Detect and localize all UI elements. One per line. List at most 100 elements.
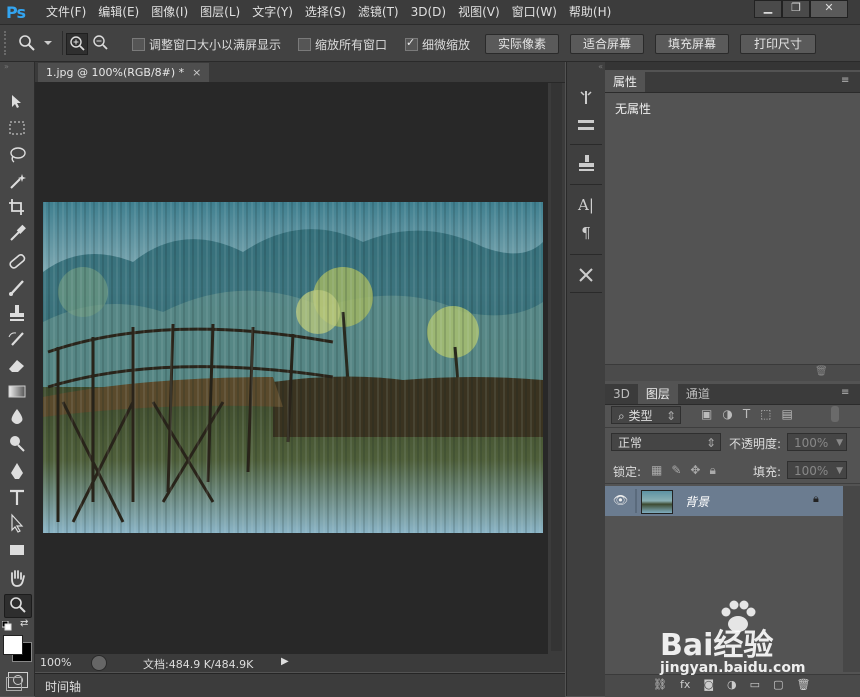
brush-tool-icon[interactable] [4, 276, 30, 298]
timeline-label[interactable]: 时间轴 [45, 678, 81, 695]
menu-window[interactable]: 窗口(W) [506, 0, 563, 24]
menu-filter[interactable]: 滤镜(T) [352, 0, 405, 24]
checkbox-box-checked[interactable] [405, 36, 418, 51]
history-panel-icon[interactable] [575, 86, 597, 108]
tool-preset-picker[interactable] [16, 33, 56, 53]
scrubby-zoom-label: 细微缩放 [422, 38, 471, 52]
tab-layers[interactable]: 图层 [637, 384, 678, 404]
zoom-out-icon [93, 35, 108, 50]
restore-button[interactable]: ❐ [782, 0, 810, 18]
foreground-color-swatch[interactable] [3, 635, 23, 655]
layer-divider [635, 489, 637, 513]
hand-tool-icon[interactable] [4, 567, 30, 589]
menu-3d[interactable]: 3D(D) [405, 0, 452, 24]
default-colors-icon[interactable] [1, 620, 12, 631]
healing-brush-tool-icon[interactable] [4, 250, 30, 272]
layers-panel-menu-icon[interactable]: ≡ [841, 387, 849, 398]
dodge-tool-icon[interactable] [4, 432, 30, 454]
scroll-corner [548, 653, 565, 671]
path-selection-tool-icon[interactable] [4, 512, 30, 534]
toolbox-collapse-icon[interactable]: » [4, 63, 30, 71]
document-image [43, 202, 543, 533]
tab-close-icon[interactable]: × [192, 63, 201, 82]
layer-filter-select[interactable]: ⌕ 类型 ⇕ [611, 406, 681, 424]
gradient-tool-icon[interactable] [4, 380, 30, 402]
type-filter-icon[interactable]: T [743, 407, 750, 421]
layer-name[interactable]: 背景 [685, 493, 709, 510]
grip-handle[interactable] [4, 31, 12, 55]
marquee-tool-icon[interactable] [4, 117, 30, 139]
resize-windows-checkbox[interactable]: 调整窗口大小以满屏显示 [132, 36, 281, 53]
photoshop-logo: Ps [6, 3, 26, 22]
type-tool-icon[interactable] [4, 486, 30, 508]
status-menu-arrow-icon[interactable]: ▶ [281, 654, 293, 670]
pixel-filter-icon[interactable]: ▣ [701, 407, 712, 421]
zoom-level[interactable]: 100% [40, 656, 71, 669]
zoom-all-checkbox[interactable]: 缩放所有窗口 [298, 36, 387, 53]
checkbox-box[interactable] [298, 38, 311, 51]
layer-comps-panel-icon[interactable] [575, 152, 597, 174]
tool-presets-panel-icon[interactable] [575, 264, 597, 286]
scrubby-zoom-checkbox[interactable]: 细微缩放 [405, 36, 470, 53]
character-panel-icon[interactable]: A| [575, 196, 597, 218]
paragraph-panel-icon[interactable]: ¶ [575, 224, 597, 246]
tab-properties[interactable]: 属性 [605, 72, 646, 92]
eye-icon[interactable]: 👁︎ [613, 493, 628, 507]
menu-layer[interactable]: 图层(L) [194, 0, 246, 24]
chevron-updown-icon: ⇕ [665, 409, 676, 423]
blur-tool-icon[interactable] [4, 406, 30, 428]
fill-input[interactable]: 100% ▼ [787, 461, 847, 479]
trash-icon[interactable]: 🗑 [815, 366, 828, 377]
eraser-tool-icon[interactable] [4, 354, 30, 376]
menu-view[interactable]: 视图(V) [452, 0, 506, 24]
lock-image-icon[interactable]: ✎ [671, 463, 681, 478]
rectangle-tool-icon[interactable] [4, 539, 30, 561]
fill-screen-button[interactable]: 填充屏幕 [655, 34, 729, 54]
eyedropper-tool-icon[interactable] [4, 222, 30, 244]
lock-position-icon[interactable]: ✥ [690, 463, 700, 478]
fit-screen-button[interactable]: 适合屏幕 [570, 34, 644, 54]
separator [570, 144, 602, 145]
adjustment-filter-icon[interactable]: ◑ [722, 407, 732, 421]
menu-help[interactable]: 帮助(H) [563, 0, 617, 24]
close-button[interactable]: ✕ [810, 0, 848, 18]
panel-menu-icon[interactable]: ≡ [841, 75, 849, 86]
actual-pixels-button[interactable]: 实际像素 [485, 34, 559, 54]
pen-tool-icon[interactable] [4, 460, 30, 482]
lock-all-icon[interactable]: 🔒︎ [709, 463, 715, 478]
lasso-tool-icon[interactable] [4, 144, 30, 166]
tab-channels[interactable]: 通道 [678, 384, 718, 404]
lock-transparent-icon[interactable]: ▦ [651, 463, 662, 478]
swap-colors-icon[interactable]: ⇄ [20, 618, 30, 630]
blend-mode-select[interactable]: 正常 ⇕ [611, 433, 721, 451]
move-tool-icon[interactable] [4, 90, 30, 112]
zoom-out-button[interactable] [90, 33, 110, 53]
minimize-button[interactable]: ▁ [754, 0, 782, 18]
crop-tool-icon[interactable] [4, 196, 30, 218]
document-tab[interactable]: 1.jpg @ 100%(RGB/8#) * × [38, 63, 210, 82]
menu-file[interactable]: 文件(F) [40, 0, 92, 24]
menu-select[interactable]: 选择(S) [299, 0, 352, 24]
menu-edit[interactable]: 编辑(E) [92, 0, 145, 24]
shape-filter-icon[interactable]: ⬚ [760, 407, 771, 421]
filter-toggle[interactable] [831, 406, 839, 422]
menu-type[interactable]: 文字(Y) [246, 0, 299, 24]
tab-3d[interactable]: 3D [605, 384, 638, 404]
checkbox-box[interactable] [132, 38, 145, 51]
print-size-button[interactable]: 打印尺寸 [740, 34, 816, 54]
zoom-icon [19, 35, 52, 51]
clone-stamp-tool-icon[interactable] [4, 302, 30, 324]
menu-image[interactable]: 图像(I) [145, 0, 194, 24]
opacity-input[interactable]: 100% ▼ [787, 433, 847, 451]
status-info-icon[interactable] [91, 655, 107, 671]
layer-row[interactable]: 👁︎ 背景 🔒︎ [605, 486, 843, 516]
smart-object-filter-icon[interactable]: ▤ [782, 407, 793, 421]
vertical-scrollbar[interactable] [548, 83, 565, 653]
strip-collapse-icon[interactable]: « [569, 63, 603, 71]
zoom-in-button[interactable] [66, 33, 88, 55]
zoom-tool-icon[interactable] [4, 594, 32, 618]
screen-mode-icon[interactable] [6, 677, 22, 691]
adjustments-panel-icon[interactable] [575, 114, 597, 136]
history-brush-tool-icon[interactable] [4, 328, 30, 350]
magic-wand-tool-icon[interactable] [4, 170, 30, 192]
